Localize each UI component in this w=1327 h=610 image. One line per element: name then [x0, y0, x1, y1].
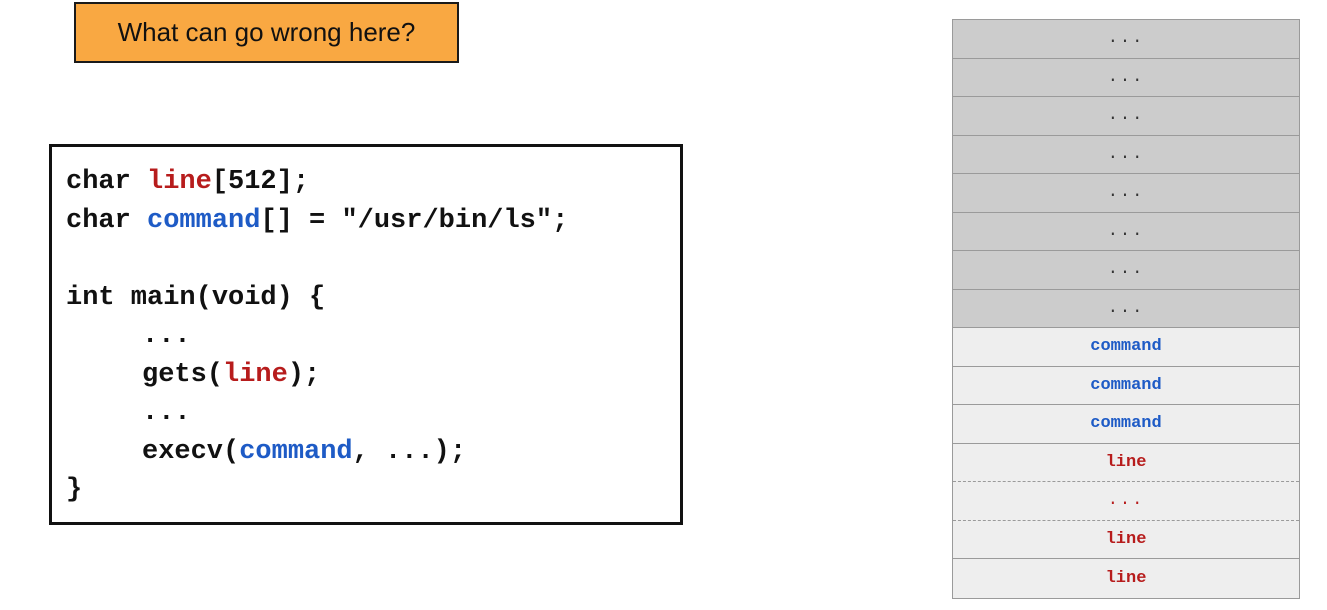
- stack-cell-line: line: [953, 443, 1299, 482]
- code-var-command: command: [147, 205, 261, 236]
- code-keyword: char: [66, 205, 148, 236]
- question-text: What can go wrong here?: [117, 17, 416, 47]
- code-text: [512];: [211, 167, 310, 197]
- code-text: , ...);: [352, 436, 467, 467]
- stack-cell-unused: ...: [953, 251, 1299, 290]
- stack-cell-unused: ...: [953, 58, 1299, 97]
- code-line-7: execv(command, ...);: [66, 433, 680, 472]
- stack-cell-unused: ...: [953, 135, 1299, 174]
- stack-cell-line: ...: [953, 482, 1299, 521]
- code-text: gets(: [142, 359, 224, 390]
- stack-cell-unused: ...: [953, 174, 1299, 213]
- question-callout: What can go wrong here?: [74, 2, 459, 63]
- code-text: [] = "/usr/bin/ls";: [260, 205, 569, 236]
- stack-cell-line: line: [953, 520, 1299, 559]
- stack-cell-command: command: [953, 405, 1299, 444]
- code-line-6: ...: [142, 398, 191, 428]
- code-line-8: }: [66, 475, 83, 505]
- code-line-4: ...: [142, 321, 191, 351]
- code-var-line: line: [147, 167, 212, 197]
- code-var-command: command: [239, 436, 353, 467]
- code-var-line: line: [223, 359, 288, 390]
- code-block: char line[512]; char command[] = "/usr/b…: [49, 144, 683, 525]
- code-line-3: int main(void) {: [66, 282, 326, 313]
- stack-cell-unused: ...: [953, 20, 1299, 59]
- code-line-5: gets(line);: [66, 356, 680, 395]
- stack-cell-unused: ...: [953, 97, 1299, 136]
- stack-cell-command: command: [953, 328, 1299, 367]
- code-line-1: char line[512];: [66, 163, 680, 202]
- stack-cell-unused: ...: [953, 212, 1299, 251]
- stack-cell-unused: ...: [953, 289, 1299, 328]
- code-keyword: char: [66, 167, 148, 197]
- memory-stack-diagram: ........................ command command co…: [952, 19, 1300, 599]
- stack-cell-command: command: [953, 366, 1299, 405]
- code-line-2: char command[] = "/usr/bin/ls";: [66, 202, 680, 241]
- code-text: );: [287, 359, 321, 390]
- stack-cell-line: line: [953, 559, 1299, 598]
- code-text: execv(: [142, 436, 240, 467]
